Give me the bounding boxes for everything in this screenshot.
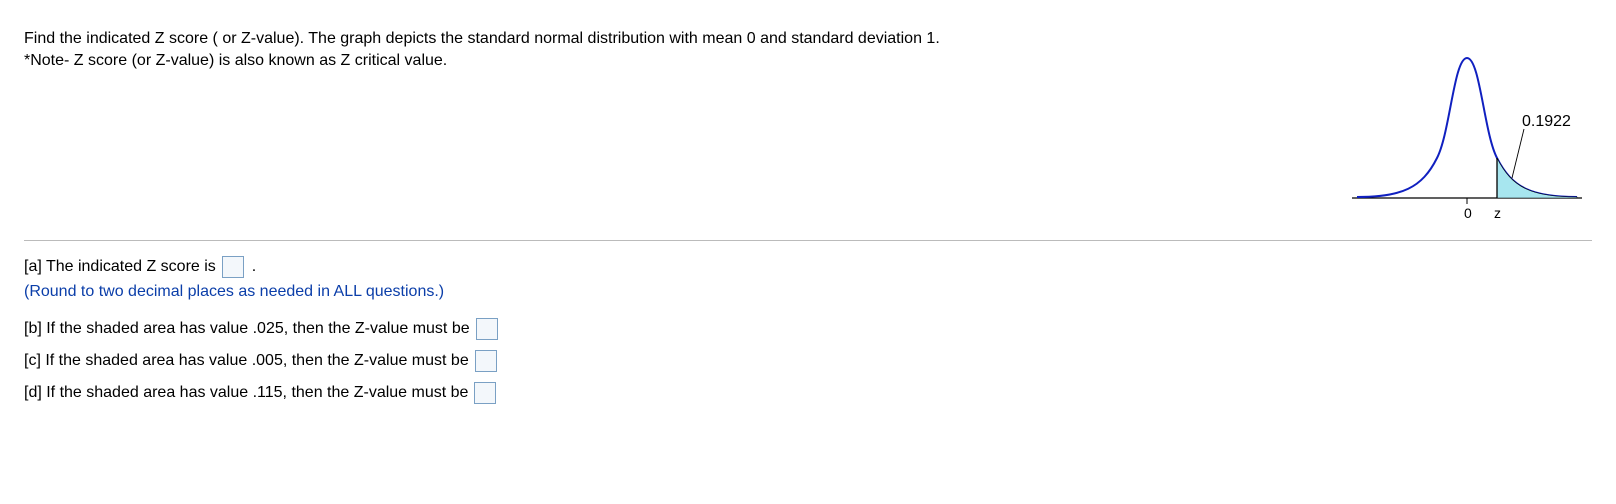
prompt-text: Find the indicated Z score ( or Z-value)… xyxy=(24,28,1124,71)
question-c-text: [c] If the shaded area has value .005, t… xyxy=(24,349,469,373)
label-leader-line xyxy=(1512,129,1524,178)
normal-distribution-svg: 0 z 0.1922 xyxy=(1342,28,1592,228)
answer-b-input[interactable] xyxy=(476,318,498,340)
rounding-note: (Round to two decimal places as needed i… xyxy=(24,283,1592,301)
question-b-text: [b] If the shaded area has value .025, t… xyxy=(24,317,470,341)
answer-a-input[interactable] xyxy=(222,256,244,278)
question-a-row: [a] The indicated Z score is . xyxy=(24,255,1592,279)
question-d-row: [d] If the shaded area has value .115, t… xyxy=(24,381,1592,405)
question-d-text: [d] If the shaded area has value .115, t… xyxy=(24,381,468,405)
question-header-row: Find the indicated Z score ( or Z-value)… xyxy=(24,28,1592,241)
prompt-line-1: Find the indicated Z score ( or Z-value)… xyxy=(24,28,1124,50)
area-value-label: 0.1922 xyxy=(1522,113,1571,130)
question-a-pre: [a] The indicated Z score is xyxy=(24,255,216,279)
answer-d-input[interactable] xyxy=(474,382,496,404)
normal-curve-graph: 0 z 0.1922 xyxy=(1342,28,1592,228)
question-a-post: . xyxy=(252,255,256,279)
prompt-line-2: *Note- Z score (or Z-value) is also know… xyxy=(24,50,1124,72)
axis-z-label: z xyxy=(1494,205,1501,221)
question-b-row: [b] If the shaded area has value .025, t… xyxy=(24,317,1592,341)
question-c-row: [c] If the shaded area has value .005, t… xyxy=(24,349,1592,373)
answer-c-input[interactable] xyxy=(475,350,497,372)
axis-zero-label: 0 xyxy=(1464,205,1472,221)
